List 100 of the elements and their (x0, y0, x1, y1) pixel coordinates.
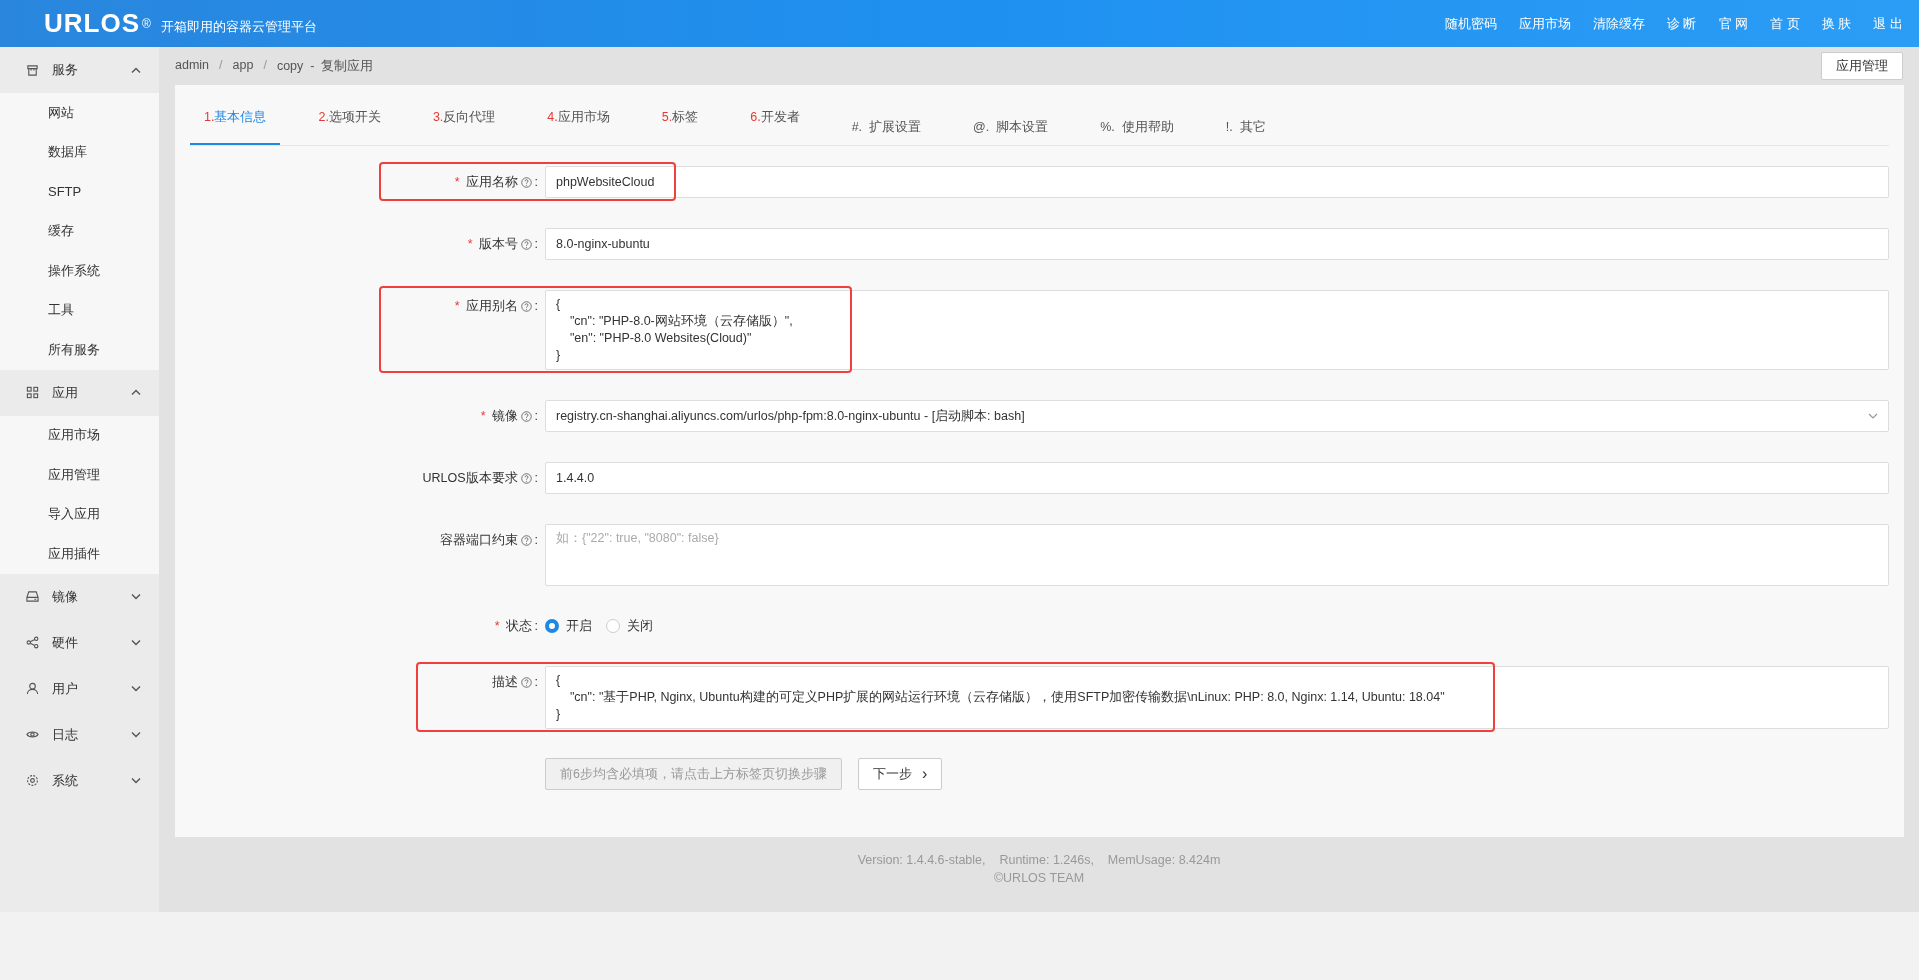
sidebar-item[interactable]: 网站 (0, 93, 159, 133)
footer-text: Version: 1.4.4.6-stable, Runtime: 1.246s, MemUsage: 8.424m (857, 853, 1221, 867)
sidebar-group[interactable]: 应用 (0, 369, 159, 416)
sidebar-item[interactable]: 缓存 (0, 211, 159, 251)
input-field[interactable]: 1.4.4.0 (545, 462, 1889, 494)
help-icon[interactable] (520, 410, 532, 422)
app-manage-button[interactable]: 应用管理 (1821, 52, 1903, 80)
sidebar-item[interactable]: 数据库 (0, 132, 159, 172)
subtitle: 开箱即用的容器云管理平台 (160, 17, 317, 36)
label-colon: : (534, 409, 538, 423)
logo: URLOS (44, 8, 140, 39)
label-colon: : (534, 471, 538, 485)
chevron-up-icon (131, 66, 141, 74)
sidebar-item[interactable]: 导入应用 (0, 494, 159, 534)
next-button[interactable]: 下一步 › (857, 758, 943, 790)
sidebar-item[interactable]: 应用管理 (0, 455, 159, 495)
chevron-down-icon (131, 777, 141, 784)
sidebar-group[interactable]: 服务 (0, 47, 159, 93)
footer-text: ©URLOS TEAM (993, 871, 1085, 885)
sidebar-group-label: 硬件 (52, 633, 79, 652)
tab[interactable]: 1.基本信息 (190, 109, 281, 145)
breadcrumb-link[interactable]: app (232, 57, 254, 75)
sidebar-item[interactable]: 应用插件 (0, 534, 159, 574)
required-mark: * (454, 299, 460, 313)
radio-button[interactable] (606, 619, 620, 633)
sidebar-item[interactable]: SFTP (0, 172, 159, 212)
help-icon[interactable] (520, 176, 532, 188)
select-value: registry.cn-shanghai.aliyuncs.com/urlos/php-fpm:8.0-nginx-ubuntu - [启动脚本: bash] (556, 407, 1025, 425)
field-label: 容器端口约束 (439, 531, 518, 549)
sidebar-group[interactable]: 用户 (0, 665, 159, 712)
chevron-up-icon (131, 389, 141, 396)
user-icon (26, 682, 39, 695)
sidebar-group[interactable]: 系统 (0, 757, 159, 804)
sidebar-group-label: 用户 (52, 679, 79, 698)
label-colon: : (534, 175, 538, 189)
registered-mark: ® (142, 16, 151, 31)
help-icon[interactable] (520, 300, 532, 312)
share-icon (26, 636, 39, 649)
field-label: 描述 (491, 673, 518, 691)
eye-icon (26, 728, 39, 741)
field-label: URLOS版本要求 (422, 469, 518, 487)
chevron-down-icon (131, 639, 141, 646)
label-colon: : (534, 299, 538, 313)
grid-icon (26, 386, 39, 399)
sidebar-group-label: 系统 (52, 771, 79, 790)
tab[interactable]: 6.开发者 (736, 109, 814, 145)
gear-icon (26, 774, 39, 787)
input-field[interactable]: 8.0-nginx-ubuntu (545, 228, 1889, 260)
label-colon: : (534, 619, 538, 633)
field-label: 镜像 (491, 407, 518, 425)
tab[interactable]: !. 其它 (1211, 109, 1280, 145)
help-icon[interactable] (520, 472, 532, 484)
chevron-down-icon (131, 685, 141, 692)
field-label: 应用名称 (465, 173, 518, 191)
sidebar-group-label: 镜像 (52, 587, 79, 606)
breadcrumb-link[interactable]: admin (175, 57, 210, 75)
tab[interactable]: 2.选项开关 (304, 109, 395, 145)
sidebar-item[interactable]: 工具 (0, 290, 159, 330)
help-icon[interactable] (520, 676, 532, 688)
required-mark: * (494, 619, 500, 633)
sidebar-group[interactable]: 镜像 (0, 573, 159, 620)
label-colon: : (534, 237, 538, 251)
breadcrumb-current: copy - 复制应用 (276, 57, 374, 75)
field-label: 应用别名 (465, 297, 518, 315)
tab[interactable]: #. 扩展设置 (837, 109, 936, 145)
sidebar-group-label: 服务 (52, 61, 79, 79)
sidebar-group[interactable]: 日志 (0, 711, 159, 758)
sidebar-group[interactable]: 硬件 (0, 619, 159, 666)
breadcrumb-separator: / (263, 57, 267, 74)
sidebar-item[interactable]: 应用市场 (0, 415, 159, 455)
field-label: 版本号 (478, 235, 518, 253)
chevron-down-icon (1868, 413, 1878, 419)
tab[interactable]: @. 脚本设置 (959, 109, 1063, 145)
tab[interactable]: 5.标签 (647, 109, 713, 145)
help-icon[interactable] (520, 534, 532, 546)
breadcrumb-separator: / (219, 57, 223, 74)
field-label: 状态 (505, 617, 532, 635)
required-mark: * (480, 409, 486, 423)
chevron-down-icon (131, 731, 141, 738)
label-colon: : (534, 533, 538, 547)
tab[interactable]: %. 使用帮助 (1086, 109, 1188, 145)
tab[interactable]: 4.应用市场 (533, 109, 624, 145)
sidebar-item[interactable]: 操作系统 (0, 251, 159, 291)
help-icon[interactable] (520, 238, 532, 250)
radio-button[interactable] (545, 619, 559, 633)
chevron-down-icon (131, 593, 141, 600)
text-area[interactable]: { "cn": "基于PHP, Nginx, Ubuntu构建的可定义PHP扩展的网站运行环境（云存储版），使用SFTP加密传输数据\nLinux: PHP: 8.0, Nginx: 1.14, Ubuntu: 18.04" } (545, 666, 1889, 729)
required-mark: * (467, 237, 473, 251)
label-colon: : (534, 675, 538, 689)
sidebar-group-label: 应用 (52, 383, 79, 402)
sidebar-item[interactable]: 所有服务 (0, 330, 159, 370)
image-select[interactable]: registry.cn-shanghai.aliyuncs.com/urlos/php-fpm:8.0-nginx-ubuntu - [启动脚本: bash] (545, 400, 1889, 432)
required-mark: * (454, 175, 460, 189)
drive-icon (26, 590, 39, 603)
radio-label[interactable]: 关闭 (627, 617, 653, 635)
radio-label[interactable]: 开启 (566, 617, 592, 635)
text-area[interactable]: { "cn": "PHP-8.0-网站环境（云存储版）", "en": "PHP-8.0 Websites(Cloud)" } (545, 290, 1889, 370)
tab[interactable]: 3.反向代理 (418, 109, 510, 145)
sidebar-group-label: 日志 (52, 725, 79, 744)
input-field[interactable]: phpWebsiteCloud (545, 166, 1889, 198)
